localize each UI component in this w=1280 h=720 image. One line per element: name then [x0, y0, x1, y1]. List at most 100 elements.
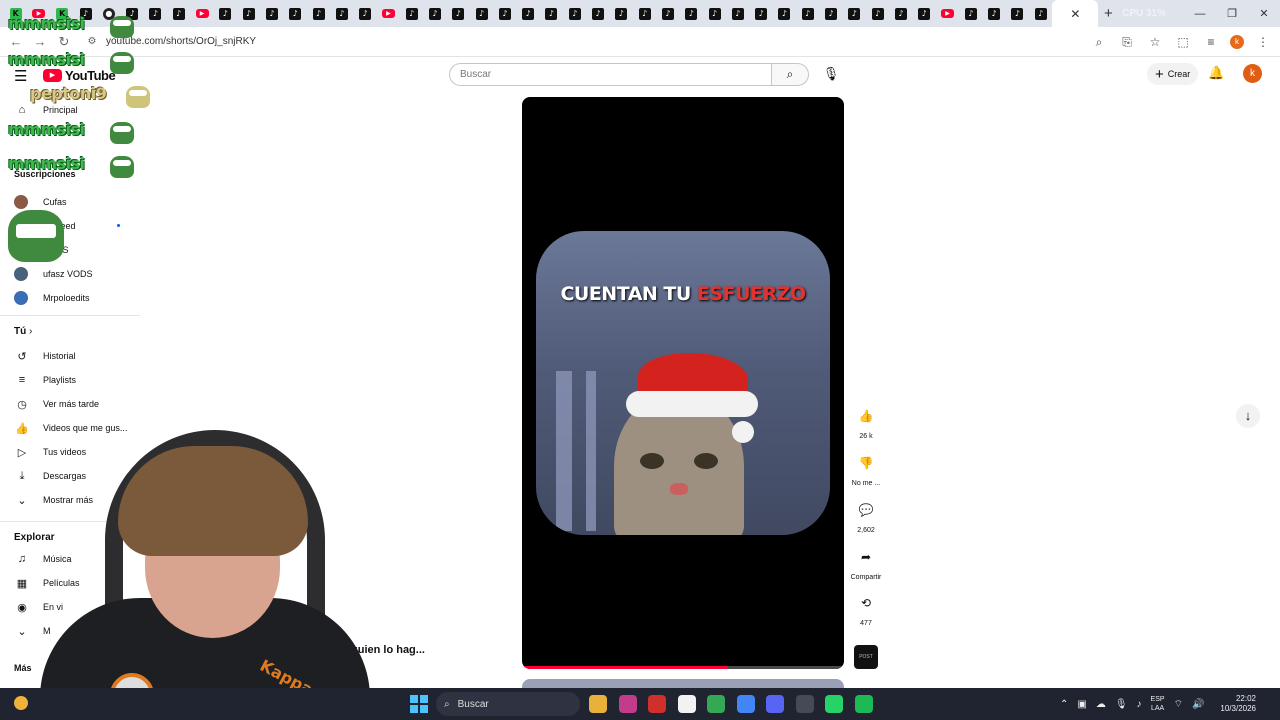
share-button[interactable]: ➦ Compartir [848, 545, 884, 581]
sidebar-item-principal[interactable]: ⌂ Principal [14, 101, 78, 119]
voice-search-button[interactable]: 🎙 [820, 63, 842, 85]
install-app-icon[interactable]: ⎘ [1118, 35, 1136, 50]
bookmark-star-icon[interactable]: ☆ [1146, 35, 1164, 49]
sidebar-channel[interactable]: Mrpoloedits [14, 289, 90, 307]
comments-button[interactable]: 💬 2,602 [848, 498, 884, 534]
create-button[interactable]: + Crear [1147, 63, 1199, 85]
sidebar-item[interactable]: ↺ Historial [14, 347, 75, 365]
browser-tab[interactable]: ♪ [214, 0, 237, 27]
browser-tab[interactable]: ♪ [237, 0, 260, 27]
store-app-icon[interactable] [677, 695, 696, 713]
dislike-button[interactable]: 👎 No me ... [848, 451, 884, 487]
onedrive-icon[interactable]: ☁ [1096, 699, 1106, 710]
you-header[interactable]: Tú › [14, 326, 32, 337]
short-video-player[interactable]: CUENTAN TU ESFUERZO [522, 97, 844, 669]
browser-tab[interactable]: ♪ [423, 0, 446, 27]
browser-tab[interactable]: ♪ [1029, 0, 1052, 27]
browser-tab[interactable]: ♪ [517, 0, 540, 27]
language-indicator[interactable]: ESP LAA [1151, 695, 1165, 713]
browser-tab[interactable]: ♪ [866, 0, 889, 27]
browser-tab[interactable]: ♪ [307, 0, 330, 27]
wifi-icon[interactable]: ⌔ [1174, 698, 1183, 711]
menu-icon[interactable]: ☰ [14, 67, 27, 85]
taskbar-search[interactable]: ⌕ Buscar [436, 692, 580, 716]
chrome-profile-app-icon[interactable] [736, 695, 755, 713]
browser-tab[interactable]: ♪ [610, 0, 633, 27]
clock[interactable]: 22:02 10/3/2026 [1208, 694, 1256, 714]
browser-tab[interactable]: ▶ [936, 0, 959, 27]
browser-tab[interactable]: ♪ [680, 0, 703, 27]
site-info-icon[interactable]: ⚙ [80, 36, 104, 47]
browser-menu-icon[interactable]: ⋮ [1254, 35, 1272, 49]
browser-tab[interactable]: ♪ [563, 0, 586, 27]
chevron-up-icon[interactable]: ⌃ [1060, 699, 1068, 710]
explorer-app-icon[interactable] [589, 695, 607, 713]
zoom-icon[interactable]: ⌕ [1090, 35, 1108, 50]
browser-tab[interactable]: ♪ [819, 0, 842, 27]
notifications-bell-icon[interactable]: 🔔 [1208, 65, 1224, 81]
next-short-button[interactable]: ↓ [1236, 404, 1260, 428]
browser-tab[interactable]: ♪ [982, 0, 1005, 27]
microphone-icon[interactable]: 🎙 [1115, 699, 1128, 710]
browser-profile-avatar[interactable]: k [1230, 35, 1244, 49]
extensions-icon[interactable]: ⬚ [1174, 35, 1192, 49]
browser-tab[interactable]: ♪ [330, 0, 353, 27]
sidebar-channel[interactable]: Cufas [14, 193, 67, 211]
browser-tab[interactable]: ♪ [656, 0, 679, 27]
discord-app-icon[interactable] [766, 695, 784, 713]
video-progress-bar[interactable] [522, 666, 844, 669]
browser-tab[interactable]: ♪ [260, 0, 283, 27]
browser-tab[interactable]: ▶ [377, 0, 400, 27]
office-app-icon[interactable] [618, 695, 637, 713]
browser-tab[interactable]: ♪ [843, 0, 866, 27]
reload-button[interactable]: ↻ [52, 34, 76, 50]
new-tab-button[interactable]: + [1098, 5, 1118, 22]
chrome-app-icon[interactable] [707, 695, 725, 713]
back-button[interactable]: ← [4, 34, 28, 49]
weather-icon[interactable] [14, 696, 28, 710]
browser-tab[interactable]: ♪ [144, 0, 167, 27]
browser-tab[interactable]: ♪ [493, 0, 516, 27]
like-button[interactable]: 👍 26 k [848, 404, 884, 440]
sidebar-item[interactable]: ◷ Ver más tarde [14, 395, 99, 413]
volume-icon[interactable]: ♪ [1137, 699, 1142, 710]
browser-tab[interactable]: ♪ [703, 0, 726, 27]
browser-tab[interactable]: ♪ [796, 0, 819, 27]
browser-tab[interactable]: ♪ [167, 0, 190, 27]
start-button[interactable] [410, 695, 428, 713]
browser-tab[interactable]: ♪ [586, 0, 609, 27]
browser-tab[interactable]: ▶ [190, 0, 213, 27]
reading-list-icon[interactable]: ≡ [1202, 35, 1220, 49]
browser-tab[interactable]: ♪ [773, 0, 796, 27]
browser-tab[interactable]: ♪ [750, 0, 773, 27]
search-input[interactable] [449, 63, 771, 86]
search-button[interactable]: ⌕ [771, 63, 809, 86]
close-window-button[interactable]: ✕ [1248, 7, 1280, 20]
browser-tab[interactable]: ♪ [1006, 0, 1029, 27]
browser-tab[interactable]: ♪ [447, 0, 470, 27]
audio-thumbnail[interactable]: POST [854, 645, 878, 669]
obs-app-icon[interactable] [795, 695, 814, 713]
browser-tab[interactable]: ♪ [353, 0, 376, 27]
restore-button[interactable]: ❐ [1216, 7, 1248, 20]
account-avatar[interactable]: k [1243, 64, 1262, 83]
remix-button[interactable]: ⟲ 477 [848, 591, 884, 627]
sidebar-item[interactable]: ≡ Playlists [14, 371, 76, 389]
browser-tab[interactable]: ♪ [889, 0, 912, 27]
browser-tab[interactable]: ♪ [633, 0, 656, 27]
whatsapp-app-icon[interactable] [825, 695, 843, 713]
browser-tab[interactable]: ♪ [726, 0, 749, 27]
sidebar-channel[interactable]: ufasz VODS [14, 265, 93, 283]
forward-button[interactable]: → [28, 34, 52, 49]
tray-app-icon[interactable]: ▣ [1077, 699, 1086, 710]
speaker-icon[interactable]: 🔊 [1192, 699, 1204, 710]
browser-tab[interactable]: ♪ [284, 0, 307, 27]
active-tab[interactable]: ✕ [1052, 0, 1099, 27]
browser-tab[interactable]: ♪ [540, 0, 563, 27]
wps-app-icon[interactable] [648, 695, 666, 713]
youtube-logo[interactable]: ▶ YouTube [43, 68, 116, 83]
close-tab-icon[interactable]: ✕ [1070, 7, 1080, 21]
minimize-button[interactable]: — [1184, 8, 1216, 20]
browser-tab[interactable]: ♪ [913, 0, 936, 27]
browser-tab[interactable]: ♪ [470, 0, 493, 27]
